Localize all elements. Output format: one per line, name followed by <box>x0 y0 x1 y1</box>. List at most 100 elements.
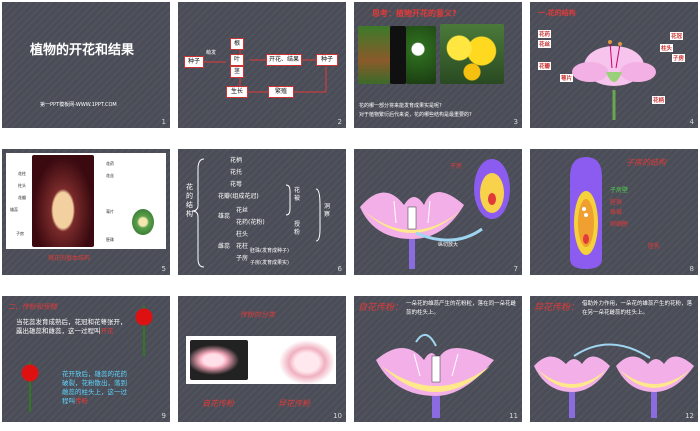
slide-number: 9 <box>161 412 166 420</box>
item-anther: 花药(花粉) <box>236 219 265 226</box>
photo-stem <box>390 26 406 84</box>
group-pollination: 授粉 <box>294 221 301 236</box>
slide-9-para1: 当花蕊发育成熟后，花冠和花萼张开，露出雄蕊和雌蕊，这一过程叫开花 <box>16 318 128 336</box>
slide-3-q2: 对于植物繁衍后代来说，花的哪些结构是最重要的? <box>359 112 472 118</box>
item-stigma: 柱头 <box>236 231 249 238</box>
photo-yellow-flowers <box>440 24 504 84</box>
slide-3-q1: 花的哪一部分将来能发育成果实是呢? <box>359 103 442 109</box>
label-egg-cell: 卵细胞 <box>610 221 629 228</box>
slide-9-para2: 花开放后，雄蕊的花药破裂，花粉散出，落到雌蕊的柱头上，这一过程叫传粉 <box>62 370 132 406</box>
label-integument: 珠被 <box>610 209 623 216</box>
label-filament: 花丝 <box>106 173 114 178</box>
label-style: 花柱 <box>18 171 26 176</box>
label-ovule: 胚珠 <box>610 199 623 206</box>
slide-number: 2 <box>337 118 342 126</box>
label-anther: 花药 <box>106 161 114 166</box>
slide-9-heading: 二、传粉和受精 <box>8 303 57 311</box>
para2-key: 传粉 <box>75 397 88 405</box>
label-corolla: 花冠 <box>670 32 684 40</box>
label-stigma: 柱头 <box>660 44 674 52</box>
para1-key: 开花 <box>100 327 114 335</box>
label-stamen: 雄蕊 <box>10 207 18 212</box>
slide-thumbnail-7[interactable]: 子房 纵切放大 7 <box>354 149 522 275</box>
photo-bud <box>358 26 390 84</box>
slide-number: 10 <box>333 412 342 420</box>
slide-thumbnail-4[interactable]: 一.花的结构 花药 花丝 花瓣 萼片 花冠 柱头 子房 花柄 4 <box>530 2 698 128</box>
item-petal: 花瓣(组成花冠) <box>218 193 259 200</box>
flower-structure-diagram <box>572 40 656 120</box>
slide-sorter-grid: 植物的开花和结果 第一PPT模板网-WWW.1PPT.COM 1 种子 萌发 根… <box>0 0 700 431</box>
label-stigma: 柱头 <box>18 183 26 188</box>
slide-thumbnail-2[interactable]: 种子 萌发 根 叶 茎 开花、结果 种子 生长 繁殖 2 <box>178 2 346 128</box>
flow-flower: 开花、结果 <box>266 54 302 66</box>
slide-thumbnail-3[interactable]: 思考：植物开花的意义? 花的哪一部分将来能发育成果实是呢? 对于植物繁衍后代来说… <box>354 2 522 128</box>
para2-text: 花开放后，雄蕊的花药破裂，花粉散出，落到雌蕊的柱头上，这一过程叫 <box>62 370 127 405</box>
group-perianth: 花被 <box>294 187 301 202</box>
label-self-pollination: 自花传粉 <box>202 399 234 408</box>
self-pollination-diagram <box>376 334 494 418</box>
slide-thumbnail-10[interactable]: 传粉的分类 自花传粉 异花传粉 10 <box>178 296 346 422</box>
flow-root: 根 <box>230 38 244 50</box>
label-ovule: 胚珠 <box>106 237 114 242</box>
item-ovule: 胚珠(发育成种子) <box>250 248 289 254</box>
slide-number: 12 <box>685 412 694 420</box>
slide-number: 5 <box>161 265 166 273</box>
slide-number: 4 <box>689 118 694 126</box>
slide-number: 11 <box>509 412 518 420</box>
label-petal: 花瓣 <box>538 62 552 70</box>
flower-cross-section <box>360 159 510 269</box>
cross-pollination-diagram <box>534 343 694 418</box>
label-pedicel: 花柄 <box>652 96 666 104</box>
photo-leaves <box>406 26 436 84</box>
slide-thumbnail-8[interactable]: 子房的结构 子房壁 胚珠 珠被 卵细胞 胚乳 8 <box>530 149 698 275</box>
slide-7-arrow-label: 纵切放大 <box>438 242 459 248</box>
flow-seed2: 种子 <box>316 54 338 66</box>
peach-flower-photo <box>32 155 94 247</box>
label-endosperm: 胚乳 <box>648 243 661 250</box>
item-receptacle: 花托 <box>230 169 243 176</box>
item-filament: 花丝 <box>236 207 249 214</box>
item-ovary: 子房 <box>236 255 249 262</box>
item-style: 花柱 <box>236 243 249 250</box>
label-anther: 花药 <box>538 30 552 38</box>
slide-thumbnail-9[interactable]: 二、传粉和受精 当花蕊发育成熟后，花冠和花萼张开，露出雄蕊和雌蕊，这一过程叫开花… <box>2 296 170 422</box>
label-cross-pollination: 异花传粉 <box>278 399 310 408</box>
slide-thumbnail-11[interactable]: 自花传粉： 一朵花的雄蕊产生的花粉粒，落在同一朵花雌蕊的柱头上。 11 <box>354 296 522 422</box>
item-stamen: 雄蕊 <box>218 213 231 220</box>
slide-1-title: 植物的开花和结果 <box>30 43 135 58</box>
flow-leaf: 叶 <box>230 54 244 66</box>
label-filament: 花丝 <box>538 40 552 48</box>
self-pollination-photo <box>190 340 248 380</box>
slide-thumbnail-12[interactable]: 异花传粉： 借助外力作用，一朵花的雄蕊产生的花粉，落在另一朵花雌蕊的柱头上。 1… <box>530 296 698 422</box>
flow-sprout: 萌发 <box>206 50 217 56</box>
slide-thumbnail-5[interactable]: 花柱 柱头 花瓣 雄蕊 子房 花药 花丝 萼片 胚珠 桃花的基本结构 5 <box>2 149 170 275</box>
slide-number: 1 <box>161 118 166 126</box>
label-ovary-wall: 子房壁 <box>610 187 629 194</box>
item-calyx: 花萼 <box>230 181 243 188</box>
label-petal: 花瓣 <box>18 195 26 200</box>
slide-thumbnail-6[interactable]: 花的结构 花柄 花托 花萼 花瓣(组成花冠) 雄蕊 花丝 花药(花粉) 雌蕊 柱… <box>178 149 346 275</box>
bracket-lines <box>191 158 321 268</box>
label-ovary: 子房 <box>16 231 24 236</box>
item-pedicel: 花柄 <box>230 157 243 164</box>
slide-thumbnail-1[interactable]: 植物的开花和结果 第一PPT模板网-WWW.1PPT.COM 1 <box>2 2 170 128</box>
flow-growth: 生长 <box>226 86 248 98</box>
slide-7-side-label: 子房 <box>450 163 463 170</box>
flow-seed: 种子 <box>184 56 204 68</box>
item-pistil: 雌蕊 <box>218 243 231 250</box>
label-ovary: 子房 <box>672 54 686 62</box>
cross-pollination-photo <box>274 336 334 384</box>
flow-stem: 茎 <box>230 66 244 78</box>
slide-10-heading: 传粉的分类 <box>240 311 275 319</box>
slide-number: 6 <box>337 265 342 273</box>
slide-number: 3 <box>513 118 518 126</box>
label-sepal: 萼片 <box>560 74 574 82</box>
rose-bottom-left <box>18 362 42 412</box>
rose-top-right <box>132 306 156 356</box>
slide-5-caption: 桃花的基本结构 <box>48 255 91 262</box>
ovule-inset <box>132 209 154 235</box>
slide-number: 8 <box>689 265 694 273</box>
slide-3-heading: 思考：植物开花的意义? <box>372 9 457 18</box>
label-sepal: 萼片 <box>106 209 114 214</box>
slide-1-subtitle: 第一PPT模板网-WWW.1PPT.COM <box>40 102 117 108</box>
